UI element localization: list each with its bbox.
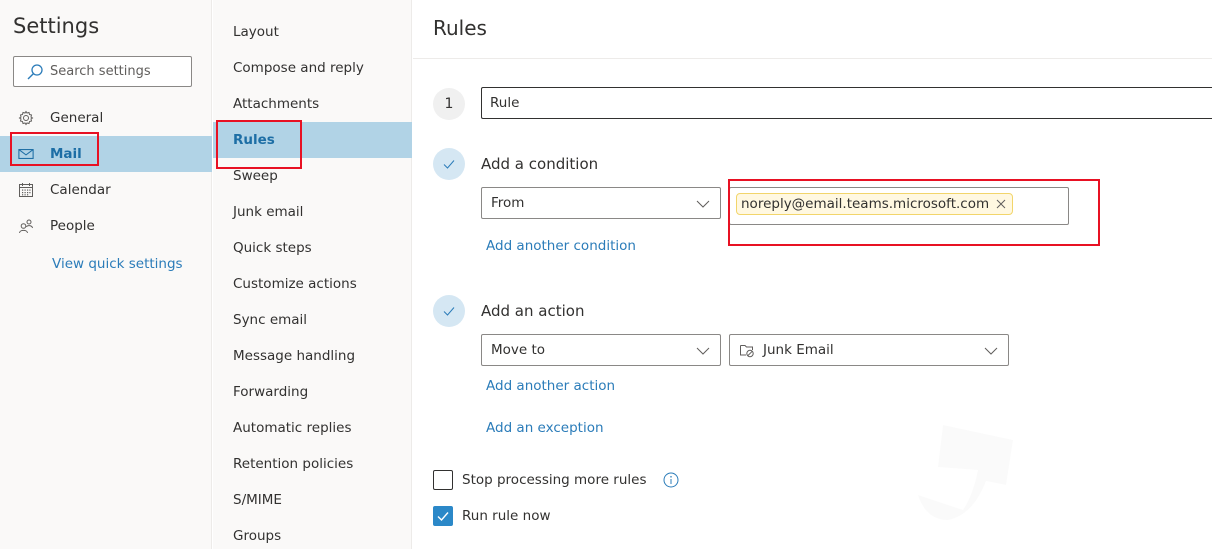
nav-general[interactable]: General xyxy=(0,100,212,136)
run-rule-now-row: Run rule now xyxy=(433,506,551,526)
action-heading: Add an action xyxy=(481,302,585,320)
search-settings-input[interactable] xyxy=(50,64,180,79)
recipient-tag: noreply@email.teams.microsoft.com xyxy=(736,193,1014,215)
mail-nav-retention-policies[interactable]: Retention policies xyxy=(213,446,412,482)
people-icon xyxy=(18,218,34,234)
settings-nav: General Mail Calendar People xyxy=(0,100,212,244)
page-title: Rules xyxy=(433,16,487,40)
gear-icon xyxy=(18,110,34,126)
stop-processing-checkbox[interactable] xyxy=(433,470,453,490)
action-type-dropdown[interactable]: Move to xyxy=(481,334,721,366)
junk-folder-icon xyxy=(740,345,754,358)
mail-nav-forwarding[interactable]: Forwarding xyxy=(213,374,412,410)
nav-mail[interactable]: Mail xyxy=(0,136,212,172)
condition-heading: Add a condition xyxy=(481,155,599,173)
from-recipients-input[interactable]: noreply@email.teams.microsoft.com xyxy=(729,187,1069,225)
mail-nav-rules[interactable]: Rules xyxy=(213,122,412,158)
condition-type-dropdown[interactable]: From xyxy=(481,187,721,219)
calendar-icon xyxy=(18,182,34,198)
search-icon xyxy=(27,63,43,79)
mail-nav-message-handling[interactable]: Message handling xyxy=(213,338,412,374)
settings-title: Settings xyxy=(13,14,100,38)
nav-mail-label: Mail xyxy=(50,146,82,162)
run-rule-now-label: Run rule now xyxy=(462,508,551,524)
header-divider xyxy=(413,58,1212,59)
target-folder-value: Junk Email xyxy=(763,342,834,358)
target-folder-dropdown[interactable]: Junk Email xyxy=(729,334,1009,366)
run-rule-now-checkbox[interactable] xyxy=(433,506,453,526)
add-another-action-link[interactable]: Add another action xyxy=(486,378,615,394)
nav-general-label: General xyxy=(50,110,104,126)
nav-people[interactable]: People xyxy=(0,208,212,244)
watermark-logo xyxy=(918,425,1013,520)
mail-nav-sync-email[interactable]: Sync email xyxy=(213,302,412,338)
rules-panel: Rules 1 Add a condition From noreply@ema… xyxy=(413,0,1212,549)
nav-calendar-label: Calendar xyxy=(50,182,111,198)
mail-nav-customize-actions[interactable]: Customize actions xyxy=(213,266,412,302)
mail-nav-layout[interactable]: Layout xyxy=(213,14,412,50)
rule-name-input[interactable] xyxy=(481,87,1212,119)
mail-settings-nav: Layout Compose and reply Attachments Rul… xyxy=(213,0,412,549)
nav-people-label: People xyxy=(50,218,95,234)
view-quick-settings-link[interactable]: View quick settings xyxy=(52,256,183,272)
mail-nav-automatic-replies[interactable]: Automatic replies xyxy=(213,410,412,446)
stop-processing-row: Stop processing more rules xyxy=(433,470,679,490)
mail-icon xyxy=(18,146,34,162)
checkmark-icon xyxy=(443,160,455,169)
mail-nav-attachments[interactable]: Attachments xyxy=(213,86,412,122)
chevron-down-icon xyxy=(696,347,710,355)
step-number-badge: 1 xyxy=(433,88,465,120)
add-another-condition-link[interactable]: Add another condition xyxy=(486,238,636,254)
settings-sidebar: Settings General Mail Calendar xyxy=(0,0,212,549)
checkmark-icon xyxy=(443,307,455,316)
chevron-down-icon xyxy=(984,347,998,355)
mail-nav-quick-steps[interactable]: Quick steps xyxy=(213,230,412,266)
condition-type-value: From xyxy=(491,195,525,211)
mail-nav-sweep[interactable]: Sweep xyxy=(213,158,412,194)
info-icon[interactable] xyxy=(663,472,679,488)
add-exception-link[interactable]: Add an exception xyxy=(486,420,604,436)
checkmark-icon xyxy=(437,512,449,522)
remove-recipient-icon[interactable] xyxy=(996,199,1006,209)
search-settings-box[interactable] xyxy=(13,56,192,87)
nav-calendar[interactable]: Calendar xyxy=(0,172,212,208)
action-type-value: Move to xyxy=(491,342,546,358)
mail-nav-smime[interactable]: S/MIME xyxy=(213,482,412,518)
mail-nav-junk-email[interactable]: Junk email xyxy=(213,194,412,230)
stop-processing-label: Stop processing more rules xyxy=(462,472,647,488)
recipient-email: noreply@email.teams.microsoft.com xyxy=(741,196,990,212)
mail-nav-compose-and-reply[interactable]: Compose and reply xyxy=(213,50,412,86)
condition-step-badge xyxy=(433,148,465,180)
action-step-badge xyxy=(433,295,465,327)
mail-nav-groups[interactable]: Groups xyxy=(213,518,412,549)
chevron-down-icon xyxy=(696,200,710,208)
mail-nav-list: Layout Compose and reply Attachments Rul… xyxy=(213,14,412,549)
